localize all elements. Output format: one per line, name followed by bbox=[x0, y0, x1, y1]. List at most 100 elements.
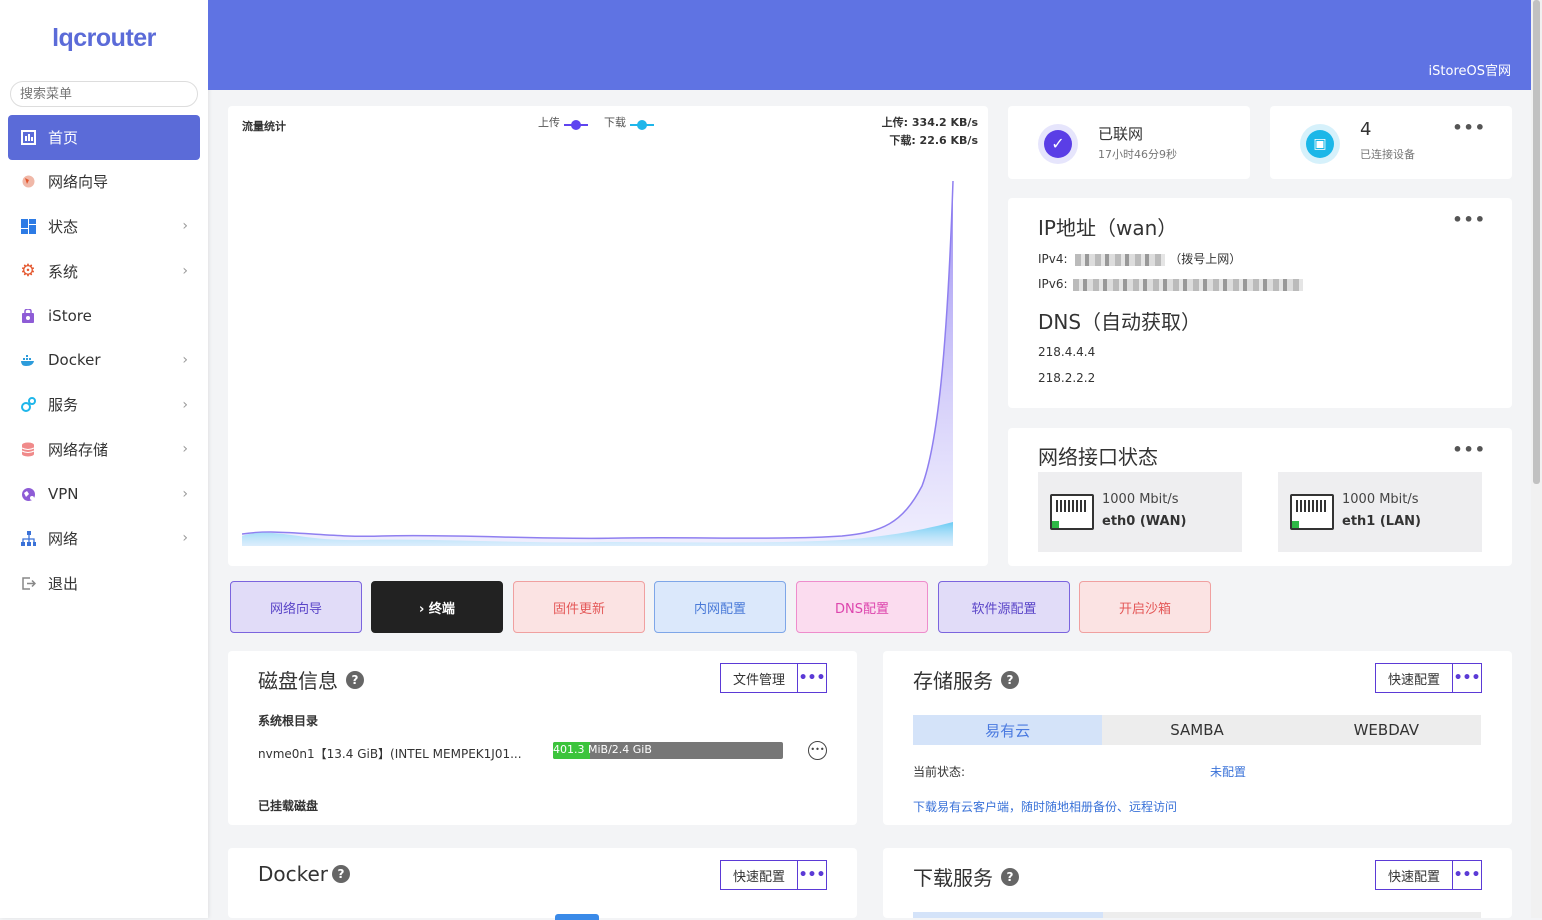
sidebar-nav: 首页 网络向导 状态 › ⚙ 系统 › iStore Docker › 服务 ›… bbox=[8, 115, 200, 606]
sidebar-item-label: 网络存储 bbox=[48, 440, 109, 459]
ipv6-redacted bbox=[1073, 278, 1304, 291]
vpn-globe-icon bbox=[20, 486, 36, 502]
disk-options-icon[interactable]: ••• bbox=[808, 741, 827, 760]
upload-series-area bbox=[242, 181, 953, 546]
quick-config-button[interactable]: 快速配置 bbox=[1375, 663, 1453, 693]
disk-info-card: 磁盘信息? 文件管理 ••• 系统根目录 nvme0n1【13.4 GiB】(I… bbox=[228, 651, 857, 825]
scrollbar-thumb[interactable] bbox=[1533, 0, 1540, 484]
download-title: 下载服务 bbox=[913, 866, 993, 890]
software-source-button[interactable]: 软件源配置 bbox=[938, 581, 1070, 633]
docker-toggle-partial[interactable] bbox=[555, 914, 599, 920]
dns-secondary: 218.2.2.2 bbox=[1038, 371, 1096, 385]
devices-icon: ▣ bbox=[1300, 124, 1340, 164]
lan-config-button[interactable]: 内网配置 bbox=[654, 581, 786, 633]
more-options-icon[interactable]: ••• bbox=[1452, 118, 1486, 137]
more-options-icon[interactable]: ••• bbox=[1452, 210, 1486, 229]
sidebar-item-label: 系统 bbox=[48, 262, 79, 281]
ipv6-row: IPv6: bbox=[1038, 277, 1304, 291]
disk-title: 磁盘信息 bbox=[258, 669, 338, 693]
help-icon[interactable]: ? bbox=[332, 865, 351, 883]
sidebar-item-logout[interactable]: 退出 bbox=[8, 561, 200, 606]
sidebar-item-system[interactable]: ⚙ 系统 › bbox=[8, 249, 200, 294]
sidebar-item-docker[interactable]: Docker › bbox=[8, 338, 200, 383]
check-circle-icon: ✓ bbox=[1038, 124, 1078, 164]
sidebar-item-istore[interactable]: iStore bbox=[8, 293, 200, 338]
more-options-button[interactable]: ••• bbox=[1452, 663, 1482, 693]
disk-device: nvme0n1【13.4 GiB】(INTEL MEMPEK1J01... bbox=[258, 747, 522, 761]
globe-icon bbox=[20, 174, 36, 190]
download-title-row: 下载服务? bbox=[913, 862, 1019, 891]
search-menu-input[interactable] bbox=[10, 81, 198, 107]
wan-ip-card: IP地址（wan） ••• IPv4: （拨号上网） IPv6: DNS（自动获… bbox=[1008, 198, 1512, 408]
store-bag-icon bbox=[20, 308, 36, 324]
page-scrollbar[interactable] bbox=[1531, 0, 1542, 918]
help-icon[interactable]: ? bbox=[1001, 670, 1019, 689]
dns-config-button[interactable]: DNS配置 bbox=[796, 581, 928, 633]
devices-label: 已连接设备 bbox=[1360, 148, 1415, 161]
devices-card: ▣ 4 已连接设备 ••• bbox=[1270, 106, 1512, 179]
status-value[interactable]: 未配置 bbox=[1210, 763, 1246, 780]
connection-status: 已联网 bbox=[1098, 125, 1144, 143]
dashboard-icon bbox=[20, 129, 36, 145]
disk-usage-text: 401.3 MiB/2.4 GiB bbox=[553, 743, 652, 756]
help-icon[interactable]: ? bbox=[346, 670, 364, 689]
legend-upload[interactable]: 上传 bbox=[538, 114, 588, 130]
legend-download[interactable]: 下载 bbox=[604, 114, 654, 130]
storage-title: 存储服务 bbox=[913, 669, 993, 693]
terminal-button[interactable]: › 终端 bbox=[371, 581, 503, 633]
docker-title: Docker bbox=[258, 862, 329, 886]
quick-config-button[interactable]: 快速配置 bbox=[720, 860, 798, 890]
sidebar-item-vpn[interactable]: VPN › bbox=[8, 472, 200, 517]
tab-samba[interactable]: SAMBA bbox=[1102, 715, 1291, 745]
more-options-button[interactable]: ••• bbox=[1452, 860, 1482, 890]
top-banner: iStoreOS官网 bbox=[208, 0, 1531, 90]
mounted-disks-label: 已挂载磁盘 bbox=[258, 799, 319, 813]
chart-legend: 上传 下载 bbox=[538, 114, 654, 130]
traffic-stats-card: 流量统计 上传 下载 上传: 334.2 KB/s 下载: 22.6 KB/s bbox=[228, 106, 988, 566]
sidebar-item-label: 网络向导 bbox=[48, 173, 109, 192]
interface-eth0[interactable]: 1000 Mbit/s eth0 (WAN) bbox=[1038, 472, 1242, 552]
interface-eth1[interactable]: 1000 Mbit/s eth1 (LAN) bbox=[1278, 472, 1482, 552]
more-options-button[interactable]: ••• bbox=[797, 663, 827, 693]
firmware-update-button[interactable]: 固件更新 bbox=[513, 581, 645, 633]
sidebar-item-home[interactable]: 首页 bbox=[8, 115, 200, 160]
help-icon[interactable]: ? bbox=[1001, 867, 1019, 886]
sidebar-item-label: 首页 bbox=[48, 128, 79, 147]
current-rates: 上传: 334.2 KB/s 下载: 22.6 KB/s bbox=[882, 114, 978, 150]
sidebar-item-network-storage[interactable]: 网络存储 › bbox=[8, 427, 200, 472]
interface-speed: 1000 Mbit/s bbox=[1342, 492, 1419, 507]
ethernet-port-icon bbox=[1290, 494, 1334, 530]
download-rate: 下载: 22.6 KB/s bbox=[889, 134, 978, 147]
istoreos-site-link[interactable]: iStoreOS官网 bbox=[1429, 60, 1511, 79]
tab-webdav[interactable]: WEBDAV bbox=[1292, 715, 1481, 745]
sidebar-item-label: 服务 bbox=[48, 396, 79, 415]
sandbox-button[interactable]: 开启沙箱 bbox=[1079, 581, 1211, 633]
download-services-card: 下载服务? 快速配置 ••• bbox=[883, 848, 1512, 918]
sidebar-item-services[interactable]: 服务 › bbox=[8, 383, 200, 428]
logout-icon bbox=[20, 575, 36, 591]
network-wizard-button[interactable]: 网络向导 bbox=[230, 581, 362, 633]
tab-yiyouyun[interactable]: 易有云 bbox=[913, 715, 1103, 745]
quick-config-button[interactable]: 快速配置 bbox=[1375, 860, 1453, 890]
download-series-area bbox=[242, 522, 953, 546]
file-manager-button[interactable]: 文件管理 bbox=[720, 663, 798, 693]
ipv4-row: IPv4: （拨号上网） bbox=[1038, 250, 1241, 267]
ethernet-port-icon bbox=[1050, 494, 1094, 530]
interfaces-title: 网络接口状态 bbox=[1038, 445, 1158, 469]
sidebar-item-label: iStore bbox=[48, 306, 92, 325]
sidebar-item-status[interactable]: 状态 › bbox=[8, 204, 200, 249]
interface-speed: 1000 Mbit/s bbox=[1102, 492, 1179, 507]
sidebar: lqcrouter 首页 网络向导 状态 › ⚙ 系统 › iStore Doc… bbox=[0, 0, 208, 918]
more-options-icon[interactable]: ••• bbox=[1452, 440, 1486, 459]
dns-title: DNS（自动获取） bbox=[1038, 310, 1202, 334]
download-client-link[interactable]: 下载易有云客户端，随时随地相册备份、远程访问 bbox=[913, 798, 1177, 815]
sidebar-item-network[interactable]: 网络 › bbox=[8, 516, 200, 561]
sidebar-item-network-wizard[interactable]: 网络向导 bbox=[8, 160, 200, 205]
sidebar-item-label: 网络 bbox=[48, 530, 79, 549]
chevron-right-icon: › bbox=[182, 530, 188, 547]
traffic-title: 流量统计 bbox=[242, 120, 286, 133]
device-count: 4 bbox=[1360, 119, 1372, 140]
interface-status-card: 网络接口状态 ••• 1000 Mbit/s eth0 (WAN) 1000 M… bbox=[1008, 428, 1512, 566]
more-options-button[interactable]: ••• bbox=[797, 860, 827, 890]
disk-usage-bar: 401.3 MiB/2.4 GiB bbox=[553, 742, 783, 759]
